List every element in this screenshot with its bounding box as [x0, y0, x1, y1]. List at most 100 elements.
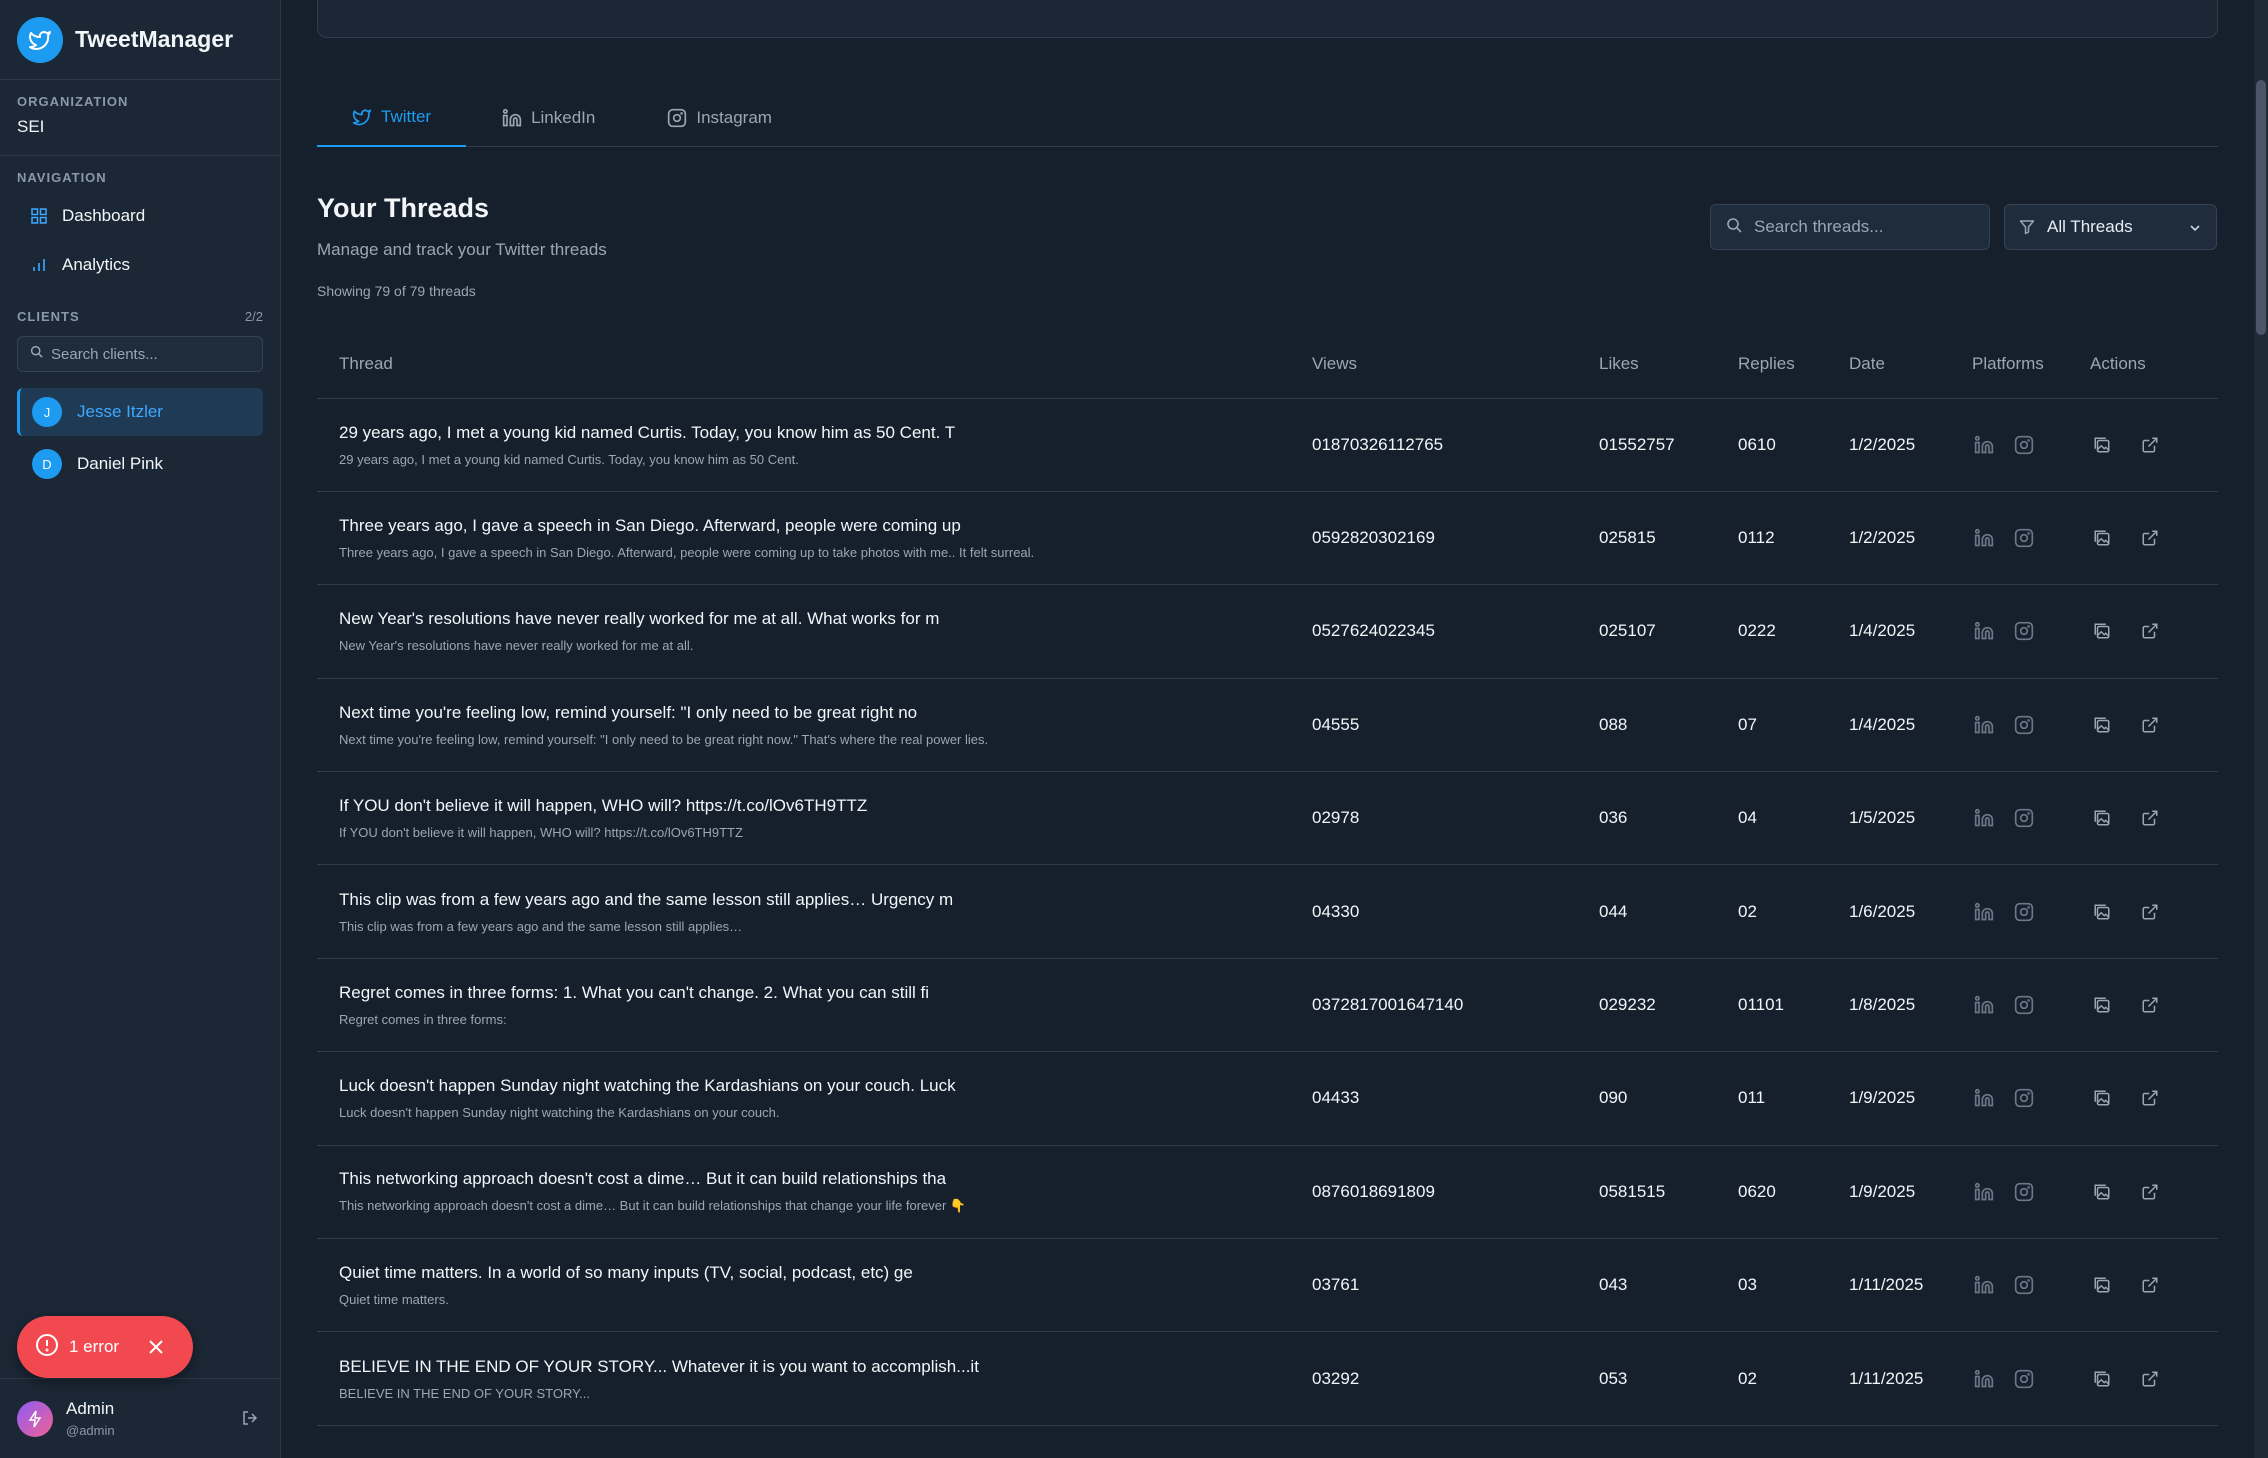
- thread-cell[interactable]: Quiet time matters. In a world of so man…: [317, 1238, 1312, 1333]
- linkedin-icon[interactable]: [1972, 806, 1996, 830]
- client-search-box[interactable]: [17, 336, 263, 372]
- table-row[interactable]: 29 years ago, I met a young kid named Cu…: [317, 398, 2218, 492]
- client-name: Jesse Itzler: [77, 402, 163, 421]
- image-gallery-icon[interactable]: [2090, 713, 2114, 737]
- table-row[interactable]: Luck doesn't happen Sunday night watchin…: [317, 1051, 2218, 1146]
- instagram-icon[interactable]: [2012, 433, 2036, 457]
- external-link-icon[interactable]: [2138, 433, 2162, 457]
- client-search-input[interactable]: [51, 345, 251, 363]
- organization-name[interactable]: SEI: [17, 117, 263, 137]
- linkedin-icon[interactable]: [1972, 433, 1996, 457]
- thread-search-box[interactable]: [1710, 204, 1990, 250]
- external-link-icon[interactable]: [2138, 900, 2162, 924]
- linkedin-icon[interactable]: [1972, 900, 1996, 924]
- image-gallery-icon[interactable]: [2090, 526, 2114, 550]
- thread-search-input[interactable]: [1754, 217, 1974, 237]
- table-row[interactable]: Next time you're feeling low, remind you…: [317, 678, 2218, 773]
- avatar[interactable]: [17, 1400, 53, 1437]
- image-gallery-icon[interactable]: [2090, 433, 2114, 457]
- error-toast[interactable]: 1 error: [17, 1316, 193, 1378]
- image-gallery-icon[interactable]: [2090, 1180, 2114, 1204]
- thread-cell[interactable]: Next time you're feeling low, remind you…: [317, 678, 1312, 773]
- linkedin-icon[interactable]: [1972, 526, 1996, 550]
- image-gallery-icon[interactable]: [2090, 806, 2114, 830]
- date-cell: 1/4/2025: [1849, 678, 1972, 773]
- nav-item-analytics[interactable]: Analytics: [17, 240, 263, 289]
- thread-cell[interactable]: 29 years ago, I met a young kid named Cu…: [317, 398, 1312, 492]
- thread-cell[interactable]: Three years ago, I gave a speech in San …: [317, 491, 1312, 586]
- linkedin-icon[interactable]: [1972, 1273, 1996, 1297]
- thread-cell[interactable]: This networking approach doesn't cost a …: [317, 1145, 1312, 1240]
- linkedin-icon[interactable]: [1972, 1086, 1996, 1110]
- table-row[interactable]: If YOU don't believe it will happen, WHO…: [317, 771, 2218, 866]
- image-gallery-icon[interactable]: [2090, 1273, 2114, 1297]
- external-link-icon[interactable]: [2138, 806, 2162, 830]
- column-header-replies[interactable]: Replies: [1738, 330, 1849, 399]
- column-header-date[interactable]: Date: [1849, 330, 1972, 399]
- thread-filter-select[interactable]: All Threads: [2004, 204, 2217, 250]
- instagram-icon[interactable]: [2012, 526, 2036, 550]
- scrollbar-thumb[interactable]: [2256, 80, 2266, 335]
- instagram-icon[interactable]: [2012, 1180, 2036, 1204]
- thread-preview: Three years ago, I gave a speech in San …: [339, 545, 1035, 561]
- navigation-section: NAVIGATION Dashboard Analytics: [0, 156, 280, 289]
- thread-cell[interactable]: Luck doesn't happen Sunday night watchin…: [317, 1051, 1312, 1146]
- brand[interactable]: TweetManager: [0, 0, 280, 80]
- thread-preview: 29 years ago, I met a young kid named Cu…: [339, 451, 799, 467]
- linkedin-icon[interactable]: [1972, 1180, 1996, 1204]
- instagram-icon[interactable]: [2012, 1273, 2036, 1297]
- thread-cell[interactable]: If YOU don't believe it will happen, WHO…: [317, 771, 1312, 866]
- image-gallery-icon[interactable]: [2090, 900, 2114, 924]
- client-item-daniel-pink[interactable]: D Daniel Pink: [17, 440, 263, 488]
- tab-instagram[interactable]: Instagram: [631, 88, 808, 147]
- tab-linkedin[interactable]: LinkedIn: [466, 88, 631, 147]
- external-link-icon[interactable]: [2138, 713, 2162, 737]
- linkedin-icon[interactable]: [1972, 619, 1996, 643]
- external-link-icon[interactable]: [2138, 1086, 2162, 1110]
- column-header-thread: Thread: [317, 330, 1312, 399]
- image-gallery-icon[interactable]: [2090, 1367, 2114, 1391]
- external-link-icon[interactable]: [2138, 1273, 2162, 1297]
- thread-cell[interactable]: BELIEVE IN THE END OF YOUR STORY... What…: [317, 1331, 1312, 1426]
- instagram-icon[interactable]: [2012, 1367, 2036, 1391]
- thread-cell[interactable]: New Year's resolutions have never really…: [317, 584, 1312, 679]
- tab-twitter[interactable]: Twitter: [317, 88, 467, 147]
- table-row[interactable]: Quiet time matters. In a world of so man…: [317, 1238, 2218, 1333]
- column-header-likes[interactable]: Likes: [1599, 330, 1738, 399]
- scrollbar[interactable]: [2254, 0, 2268, 1458]
- logout-icon[interactable]: [241, 1409, 259, 1432]
- instagram-icon[interactable]: [2012, 619, 2036, 643]
- instagram-icon[interactable]: [2012, 806, 2036, 830]
- linkedin-icon[interactable]: [1972, 713, 1996, 737]
- table-row[interactable]: This networking approach doesn't cost a …: [317, 1145, 2218, 1240]
- instagram-icon[interactable]: [2012, 713, 2036, 737]
- instagram-icon[interactable]: [2012, 900, 2036, 924]
- linkedin-icon[interactable]: [1972, 993, 1996, 1017]
- thread-cell[interactable]: This clip was from a few years ago and t…: [317, 864, 1312, 959]
- thread-title: Three years ago, I gave a speech in San …: [339, 516, 961, 536]
- external-link-icon[interactable]: [2138, 1367, 2162, 1391]
- client-item-jesse-itzler[interactable]: J Jesse Itzler: [17, 388, 263, 436]
- external-link-icon[interactable]: [2138, 993, 2162, 1017]
- instagram-icon[interactable]: [2012, 993, 2036, 1017]
- platforms-cell: [1972, 1051, 2090, 1146]
- platforms-cell: [1972, 864, 2090, 959]
- thread-title: Quiet time matters. In a world of so man…: [339, 1263, 913, 1283]
- image-gallery-icon[interactable]: [2090, 993, 2114, 1017]
- table-row[interactable]: Regret comes in three forms: 1. What you…: [317, 958, 2218, 1053]
- linkedin-icon[interactable]: [1972, 1367, 1996, 1391]
- table-row[interactable]: Three years ago, I gave a speech in San …: [317, 491, 2218, 586]
- external-link-icon[interactable]: [2138, 526, 2162, 550]
- thread-cell[interactable]: Regret comes in three forms: 1. What you…: [317, 958, 1312, 1053]
- column-header-views[interactable]: Views: [1312, 330, 1599, 399]
- image-gallery-icon[interactable]: [2090, 1086, 2114, 1110]
- table-row[interactable]: BELIEVE IN THE END OF YOUR STORY... What…: [317, 1331, 2218, 1426]
- instagram-icon[interactable]: [2012, 1086, 2036, 1110]
- external-link-icon[interactable]: [2138, 1180, 2162, 1204]
- nav-item-dashboard[interactable]: Dashboard: [17, 191, 263, 240]
- external-link-icon[interactable]: [2138, 619, 2162, 643]
- close-icon[interactable]: [147, 1338, 165, 1356]
- image-gallery-icon[interactable]: [2090, 619, 2114, 643]
- table-row[interactable]: New Year's resolutions have never really…: [317, 584, 2218, 679]
- table-row[interactable]: This clip was from a few years ago and t…: [317, 864, 2218, 959]
